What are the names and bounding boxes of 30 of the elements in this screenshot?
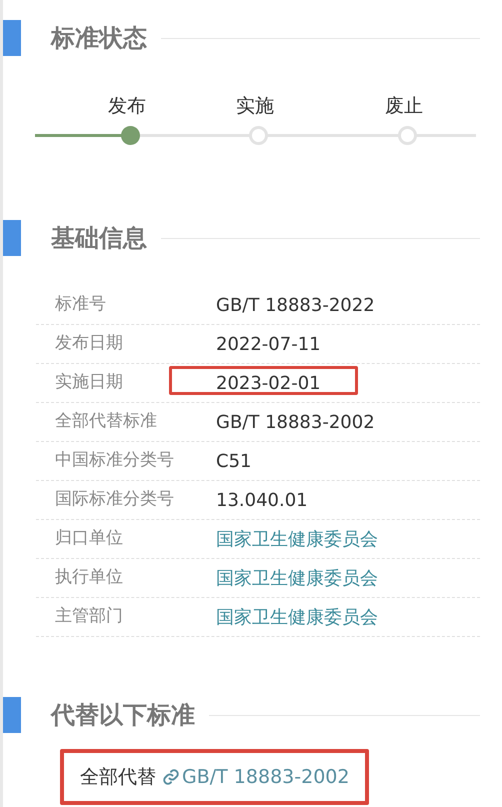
section-marker [3,220,21,256]
section-title: 标准状态 [51,23,147,54]
field-value: 2023-02-01 [216,372,321,396]
section-marker [3,20,21,56]
field-label: 执行单位 [55,566,124,590]
step-label: 废止 [385,94,423,119]
organization-link[interactable]: 国家卫生健康委员会 [216,564,378,592]
field-value: 13.040.01 [216,488,308,512]
field-label: 实施日期 [55,371,124,394]
field-label: 标准号 [55,293,107,316]
field-label: 主管部门 [55,605,124,628]
field-value: C51 [216,450,252,474]
field-value: GB/T 18883-2002 [216,410,375,434]
section-title: 代替以下标准 [51,700,195,731]
step-label: 实施 [236,94,274,119]
field-label: 中国标准分类号 [55,449,175,472]
organization-link[interactable]: 国家卫生健康委员会 [216,604,378,630]
field-label: 全部代替标准 [55,410,158,434]
field-value: 2022-07-11 [216,332,321,356]
section-title: 基础信息 [51,223,147,254]
field-label: 发布日期 [55,332,124,356]
field-label: 国际标准分类号 [55,488,175,512]
section-marker [3,697,21,733]
link-icon [162,768,180,786]
organization-link[interactable]: 国家卫生健康委员会 [216,526,378,552]
step-label: 发布 [108,94,146,119]
field-label: 归口单位 [55,527,124,550]
standard-link[interactable]: GB/T 18883-2002 [162,762,350,792]
replace-type: 全部代替 [80,764,156,790]
field-value: GB/T 18883-2022 [216,294,375,318]
